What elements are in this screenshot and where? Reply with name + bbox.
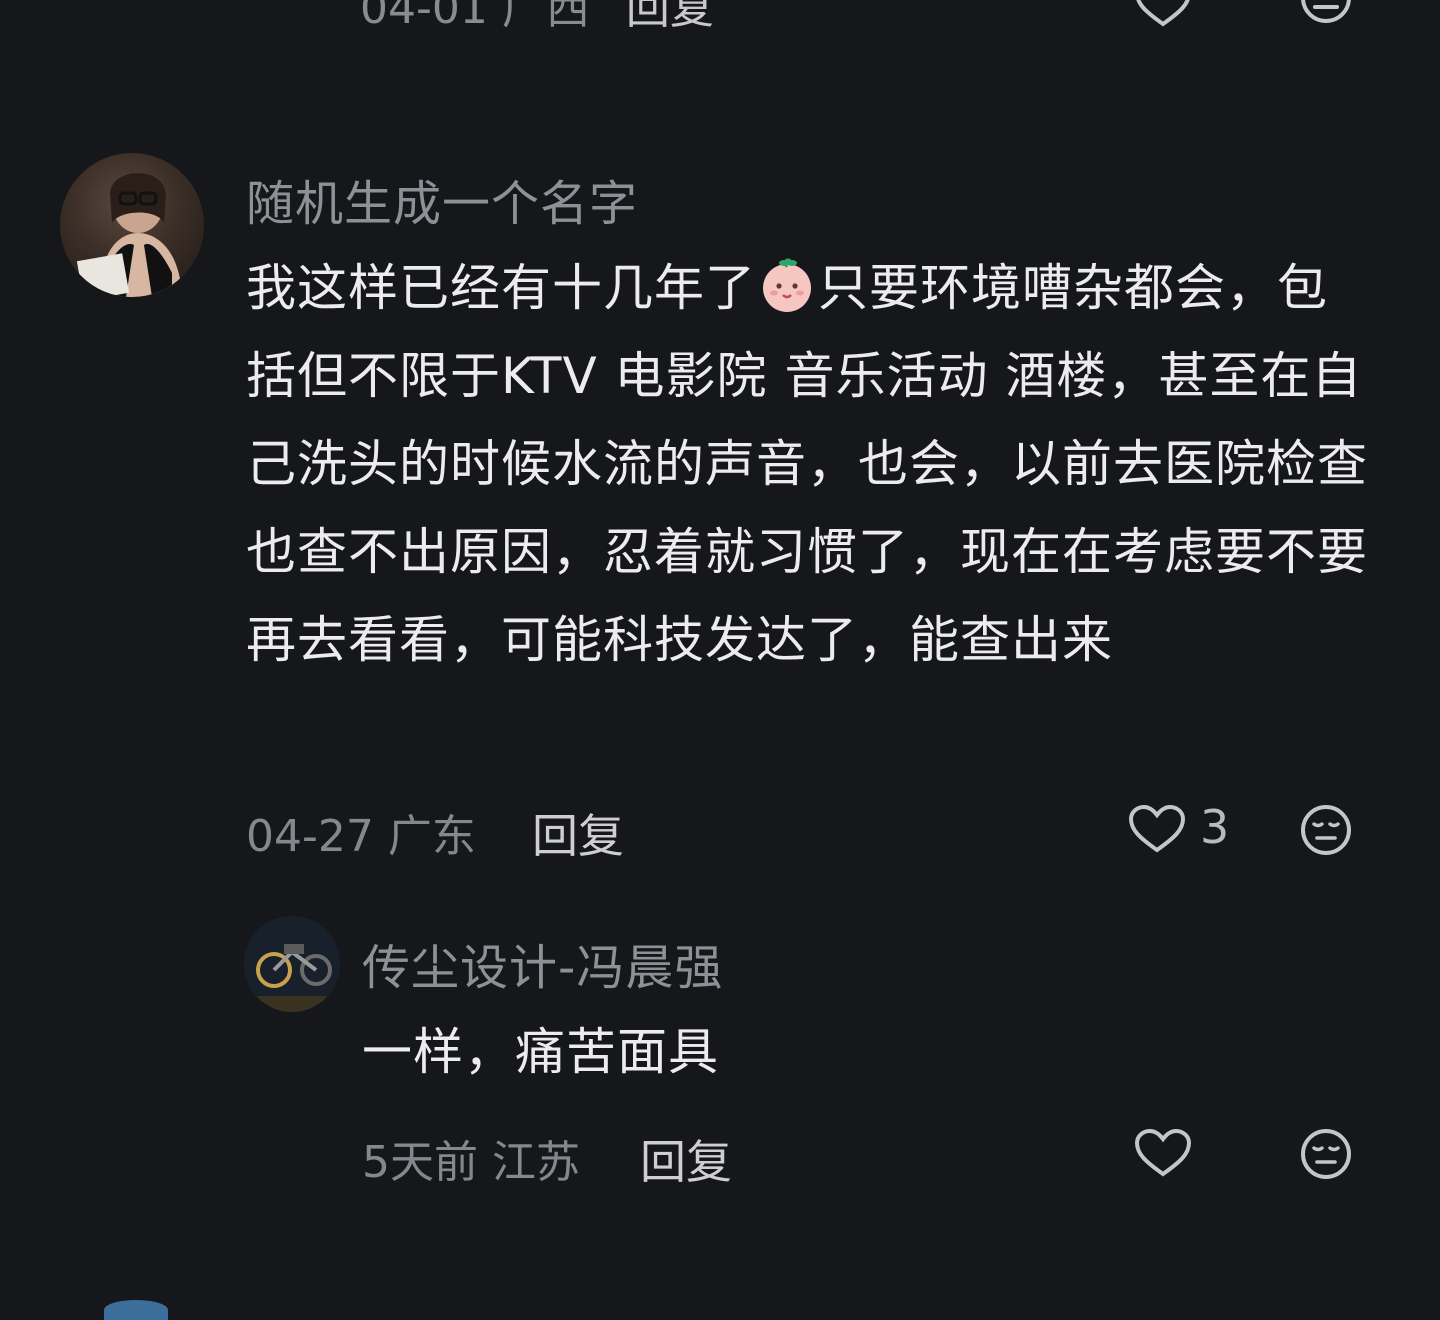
commenter-avatar[interactable]: [60, 153, 204, 297]
comment-reply-button[interactable]: 回复: [532, 800, 624, 866]
commenter-username[interactable]: 随机生成一个名字: [246, 164, 638, 234]
reply-meta: 5天前 江苏: [362, 1126, 580, 1190]
heart-icon[interactable]: [1128, 804, 1186, 854]
next-comment-avatar[interactable]: [104, 1300, 168, 1320]
expressionless-face-icon[interactable]: [1300, 804, 1352, 856]
comment-date: 04-27: [246, 811, 374, 862]
reply-location: 江苏: [492, 1137, 580, 1188]
comment-content: 我这样已经有十几年了 只要环境嘈杂都会，包括但不限于KTV 电影院 音乐活动 酒楼…: [246, 244, 1376, 684]
reply-date: 5天前: [362, 1137, 478, 1188]
replier-avatar[interactable]: [244, 916, 340, 1012]
prev-comment-heart-icon[interactable]: [1134, 0, 1192, 28]
reply-content: 一样，痛苦面具: [362, 1023, 719, 1081]
prev-comment-meta: 04-01 广西: [360, 0, 590, 34]
prev-comment-reply-button[interactable]: 回复: [626, 0, 714, 34]
reply-heart-icon[interactable]: [1134, 1128, 1192, 1178]
comment-like-count: 3: [1200, 800, 1230, 854]
comment-text-part1: 我这样已经有十几年了: [246, 259, 756, 317]
reply-reply-button[interactable]: 回复: [640, 1126, 732, 1192]
prev-comment-face-icon[interactable]: [1300, 0, 1352, 24]
reply-expressionless-face-icon[interactable]: [1300, 1128, 1352, 1180]
comment-location: 广东: [387, 811, 476, 862]
baby-face-emoji-icon: [758, 252, 816, 312]
replier-username[interactable]: 传尘设计-冯晨强: [362, 928, 723, 998]
prev-comment-footer: 04-01 广西 回复: [360, 0, 714, 36]
comment-text-part2: 只要环境嘈杂都会，包括但不限于KTV 电影院 音乐活动 酒楼，甚至在自己洗头的时…: [246, 259, 1368, 669]
comment-meta: 04-27 广东: [246, 800, 476, 864]
